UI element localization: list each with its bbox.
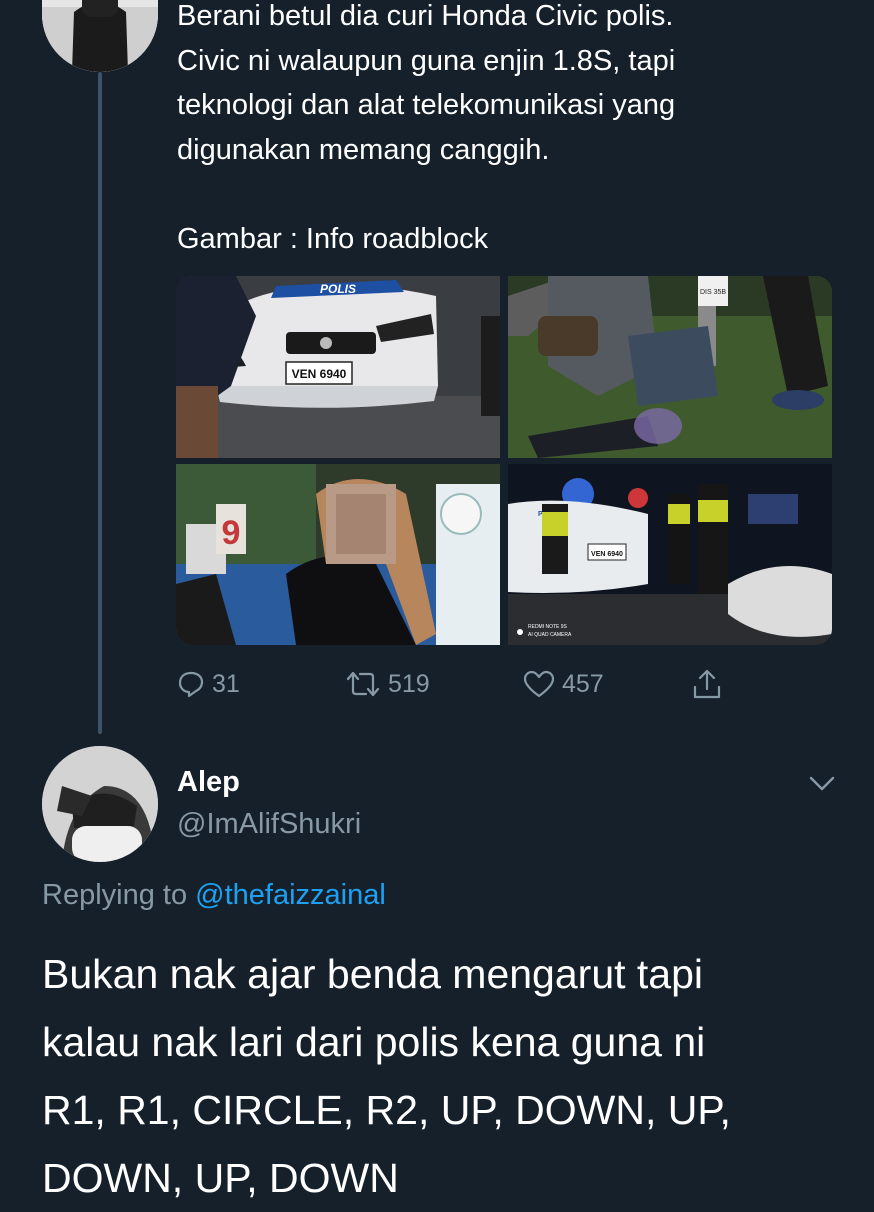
sign-text: DIS 35B [700, 289, 726, 296]
plate-text: VEN 6940 [591, 551, 623, 558]
like-button[interactable]: 457 [522, 662, 604, 706]
like-icon [523, 670, 555, 698]
share-icon [693, 669, 721, 699]
author-avatar[interactable] [42, 0, 158, 72]
tweet-media-grid: VEN 6940 POLIS DIS 35B 9 VEN 6940 REDMI … [176, 276, 832, 645]
tweet-caption: Gambar : Info roadblock [177, 222, 489, 255]
plate-text: VEN 6940 [292, 367, 347, 381]
media-photo-police-car-front[interactable]: VEN 6940 POLIS [176, 276, 500, 458]
reply-icon [178, 671, 204, 698]
tweet-options-button[interactable] [806, 770, 838, 796]
reply-line: R1, R1, CIRCLE, R2, UP, DOWN, UP, [42, 1087, 731, 1133]
retweet-icon [346, 671, 380, 697]
thread-connector-line [98, 72, 102, 734]
reply-count: 31 [212, 669, 240, 698]
tweet-line: Civic ni walaupun guna enjin 1.8S, tapi [177, 44, 676, 77]
like-count: 457 [562, 669, 604, 698]
media-photo-suspect-blurred[interactable]: 9 [176, 464, 500, 645]
parent-tweet-text: Berani betul dia curi Honda Civic polis.… [177, 0, 837, 261]
replying-to-label: Replying to [42, 879, 188, 911]
retweet-count: 519 [388, 669, 430, 698]
retweet-button[interactable]: 519 [344, 662, 430, 706]
camera-watermark: AI QUAD CAMERA [528, 632, 572, 638]
reply-button[interactable]: 31 [176, 662, 240, 706]
reply-line: Bukan nak ajar benda mengarut tapi [42, 951, 704, 997]
media-photo-night-roadblock[interactable]: VEN 6940 POLIS REDMI NOTE 9S AI QUAD CAM… [508, 464, 832, 645]
reply-tweet-text: Bukan nak ajar benda mengarut tapi kalau… [42, 940, 862, 1212]
avatar-photo [42, 0, 158, 72]
chevron-down-icon [809, 776, 835, 791]
reply-display-name[interactable]: Alep [177, 766, 240, 799]
polis-label: POLIS [320, 282, 356, 296]
replying-to: Replying to @thefaizzainal [42, 879, 386, 912]
tweet-line: teknologi dan alat telekomunikasi yang [177, 89, 676, 121]
share-button[interactable] [690, 662, 724, 706]
reply-author-avatar[interactable] [42, 746, 158, 862]
reply-line: DOWN, UP, DOWN [42, 1155, 399, 1201]
tweet-line: digunakan memang canggih. [177, 133, 550, 166]
tweet-line: Berani betul dia curi Honda Civic polis. [177, 0, 674, 32]
tweet-line-blank [177, 172, 837, 217]
media-photo-arrest-ground[interactable]: DIS 35B [508, 276, 832, 458]
camera-watermark: REDMI NOTE 9S [528, 624, 568, 630]
background-number: 9 [222, 514, 241, 552]
avatar-photo [42, 746, 158, 862]
replying-to-mention-link[interactable]: @thefaizzainal [195, 879, 386, 911]
tweet-action-bar: 31 519 457 [176, 662, 836, 706]
reply-line: kalau nak lari dari polis kena guna ni [42, 1019, 706, 1065]
reply-handle[interactable]: @ImAlifShukri [177, 808, 361, 841]
